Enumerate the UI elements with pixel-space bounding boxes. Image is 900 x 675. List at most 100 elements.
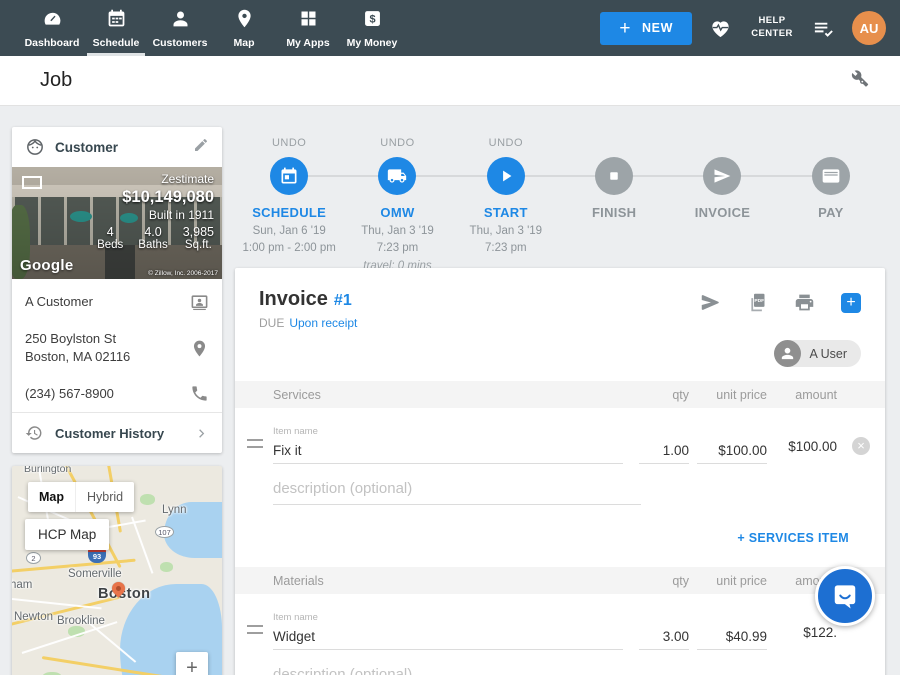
nav-label: My Money [347, 37, 398, 49]
service-qty-input[interactable] [639, 438, 689, 464]
add-services-item-link[interactable]: + SERVICES ITEM [737, 531, 849, 545]
undo-omw-button[interactable]: UNDO [343, 137, 451, 151]
due-terms-link[interactable]: Upon receipt [289, 316, 357, 330]
map-type-button[interactable]: Map [28, 482, 75, 512]
map-layer-buttons: Map Hybrid [28, 482, 134, 512]
customer-address-row: 250 Boylston StBoston, MA 02116 [12, 321, 222, 375]
customer-history-row[interactable]: Customer History [12, 412, 222, 453]
phone-icon[interactable] [190, 384, 209, 403]
material-amount: $122. [767, 625, 837, 650]
customer-phone: (234) 567-8900 [25, 385, 190, 403]
main-panel: UNDO SCHEDULE Sun, Jan 6 '191:00 pm - 2:… [235, 107, 885, 275]
service-description-input[interactable] [273, 476, 641, 505]
stat-sqft: 3,985 Sq.ft. [183, 225, 214, 251]
invoice-header: Invoice #1 DUE Upon receipt PDF + [235, 268, 885, 367]
stop-icon [604, 166, 624, 186]
nav-item-my-apps[interactable]: My Apps [276, 0, 340, 56]
zillow-copyright: © Zillow, Inc. 2006-2017 [148, 270, 218, 277]
omw-step-button[interactable] [378, 157, 416, 195]
map-widget[interactable]: Burlington Lynn Somerville ham Boston Ne… [12, 466, 222, 675]
invoice-due: DUE Upon receipt [259, 316, 357, 330]
material-item-name-input[interactable] [273, 624, 623, 650]
delete-service-item-button[interactable]: × [852, 437, 870, 455]
edit-pencil-icon[interactable] [193, 137, 209, 158]
job-tools-icon[interactable] [849, 68, 870, 94]
step-finish: FINISH [560, 137, 668, 275]
material-unit-price-input[interactable] [697, 624, 767, 650]
zestimate-value: $10,149,080 [82, 188, 214, 207]
nav-item-dashboard[interactable]: Dashboard [20, 0, 84, 56]
invoice-title: Invoice [259, 288, 328, 310]
print-icon[interactable] [794, 292, 815, 313]
apps-grid-icon [298, 8, 319, 34]
send-invoice-icon[interactable] [700, 292, 721, 313]
assignee-chip[interactable]: A User [774, 340, 861, 367]
map-park [140, 494, 155, 505]
amount-column-header: amount [767, 388, 837, 402]
contact-card-icon[interactable] [190, 293, 209, 312]
health-heart-icon[interactable] [709, 17, 732, 40]
customer-card-header: Customer [12, 127, 222, 167]
customer-name-row: A Customer [12, 284, 222, 321]
checklist-icon[interactable] [812, 17, 835, 40]
map-label-brookline: Brookline [57, 615, 105, 627]
service-item-name-input[interactable] [273, 438, 623, 464]
nav-item-my-money[interactable]: $ My Money [340, 0, 404, 56]
hybrid-type-button[interactable]: Hybrid [75, 482, 134, 512]
plus-icon: + [619, 19, 631, 38]
history-icon [25, 424, 43, 442]
service-line-item: Item name $100.00 × [235, 408, 885, 464]
add-invoice-item-button[interactable]: + [841, 293, 861, 313]
location-pin-icon[interactable] [190, 339, 209, 358]
due-label: DUE [259, 316, 284, 330]
schedule-step-button[interactable] [270, 157, 308, 195]
map-zoom-control: + − [176, 652, 208, 675]
invoice-number[interactable]: #1 [334, 292, 352, 309]
nav-item-schedule[interactable]: Schedule [84, 0, 148, 56]
zestimate-label: Zestimate [82, 172, 214, 186]
nav-item-map[interactable]: Map [212, 0, 276, 56]
new-button[interactable]: + NEW [600, 12, 692, 45]
undo-schedule-button[interactable]: UNDO [235, 137, 343, 151]
content-area: Customer Zestimate $10,14 [0, 107, 900, 675]
customers-icon [170, 8, 191, 34]
unit-price-column-header: unit price [689, 388, 767, 402]
pay-step-button[interactable] [812, 157, 850, 195]
nav-item-customers[interactable]: Customers [148, 0, 212, 56]
chat-bubble-button[interactable] [815, 566, 875, 626]
map-road [131, 517, 153, 574]
services-section-header: Services qty unit price amount [235, 381, 885, 408]
zoom-in-button[interactable]: + [176, 652, 208, 675]
start-step-button[interactable] [487, 157, 525, 195]
service-amount: $100.00 [767, 439, 837, 464]
built-year: Built in 1911 [82, 208, 214, 222]
drag-handle-icon[interactable] [247, 625, 263, 634]
assignee-name: A User [809, 347, 847, 361]
property-photo[interactable]: Zestimate $10,149,080 Built in 1911 4 Be… [12, 167, 222, 279]
stat-baths: 4.0 Baths [138, 225, 167, 251]
invoice-step-button[interactable] [703, 157, 741, 195]
top-nav: Dashboard Schedule Customers Map My Apps… [0, 0, 900, 56]
help-center-link[interactable]: HELP CENTER [749, 15, 795, 41]
nav-right: + NEW HELP CENTER AU [600, 11, 886, 45]
job-workflow-stepper: UNDO SCHEDULE Sun, Jan 6 '191:00 pm - 2:… [235, 107, 885, 275]
invoice-title-block: Invoice #1 DUE Upon receipt [259, 288, 357, 330]
credit-card-icon [821, 166, 841, 186]
undo-start-button[interactable]: UNDO [452, 137, 560, 151]
material-qty-input[interactable] [639, 624, 689, 650]
streetview-frame-icon [22, 176, 42, 189]
assignee-avatar-icon [774, 340, 801, 367]
material-line-item: Item name $122. [235, 594, 885, 650]
drag-handle-icon[interactable] [247, 439, 263, 448]
material-description-input[interactable] [273, 662, 641, 675]
map-label-newton: Newton [14, 611, 53, 623]
assignee-row: A User [259, 340, 861, 367]
play-icon [496, 166, 516, 186]
pdf-icon[interactable]: PDF [747, 292, 768, 313]
invoice-card: Invoice #1 DUE Upon receipt PDF + [235, 268, 885, 675]
stat-beds: 4 Beds [97, 225, 123, 251]
user-avatar[interactable]: AU [852, 11, 886, 45]
hcp-map-button[interactable]: HCP Map [25, 519, 109, 550]
finish-step-button[interactable] [595, 157, 633, 195]
service-unit-price-input[interactable] [697, 438, 767, 464]
